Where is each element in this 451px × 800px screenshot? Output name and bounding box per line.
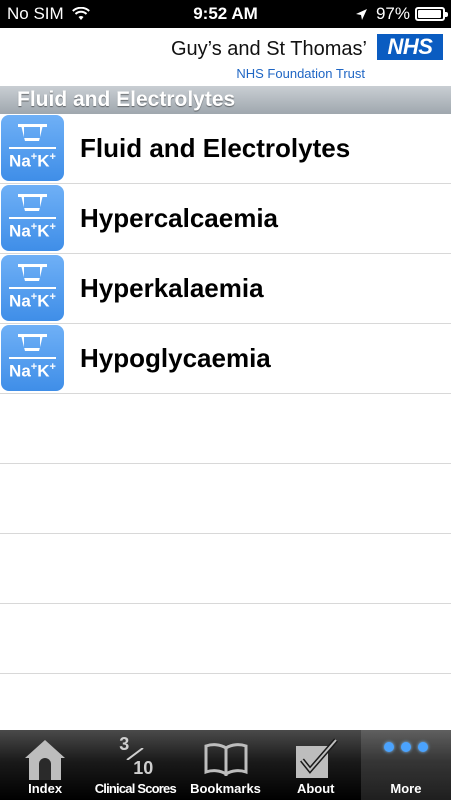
- tab-label: Bookmarks: [190, 781, 261, 796]
- dot: [383, 742, 394, 752]
- tab-about[interactable]: About: [271, 730, 361, 800]
- cup-icon: [21, 125, 43, 141]
- empty-row: [0, 464, 451, 534]
- icon-divider: [9, 147, 56, 149]
- electrolytes-icon: Na+K+: [1, 255, 64, 321]
- cup-icon: [21, 195, 43, 211]
- ions-text: Na+K+: [9, 151, 56, 171]
- electrolytes-icon: Na+K+: [1, 115, 64, 181]
- more-dots-icon: [383, 742, 428, 752]
- topic-list: Na+K+ Fluid and Electrolytes Na+K+ Hyper…: [0, 114, 451, 744]
- list-item[interactable]: Na+K+ Hypercalcaemia: [0, 184, 451, 254]
- empty-row: [0, 534, 451, 604]
- dot: [400, 742, 411, 752]
- status-bar: No SIM 9:52 AM 97%: [0, 0, 451, 28]
- tab-bar: Index 3 10 Clinical Scores Bookmarks Abo…: [0, 730, 451, 800]
- tab-clinical-scores[interactable]: 3 10 Clinical Scores: [90, 730, 180, 800]
- list-item-label: Hypoglycaemia: [80, 343, 271, 373]
- list-item[interactable]: Na+K+ Fluid and Electrolytes: [0, 114, 451, 184]
- fraction-slash-icon: [126, 748, 144, 760]
- tab-bookmarks[interactable]: Bookmarks: [180, 730, 270, 800]
- empty-row: [0, 394, 451, 464]
- app-header: Guy’s and St Thomas’ NHS Foundation Trus…: [0, 28, 451, 86]
- book-icon: [204, 743, 247, 776]
- tab-label: Clinical Scores: [94, 781, 177, 796]
- home-icon: [25, 740, 66, 780]
- icon-divider: [9, 357, 56, 359]
- fraction-denominator: 10: [133, 758, 154, 778]
- section-header: Fluid and Electrolytes: [0, 86, 451, 114]
- ions-text: Na+K+: [9, 361, 56, 381]
- electrolytes-icon: Na+K+: [1, 185, 64, 251]
- org-subtitle: NHS Foundation Trust: [236, 66, 365, 81]
- list-item[interactable]: Na+K+ Hypoglycaemia: [0, 324, 451, 394]
- battery-icon: [415, 7, 448, 21]
- icon-divider: [9, 217, 56, 219]
- checkbox-icon: [295, 738, 338, 778]
- tab-index[interactable]: Index: [0, 730, 90, 800]
- electrolytes-icon: Na+K+: [1, 325, 64, 391]
- status-right: 97%: [355, 4, 448, 24]
- icon-divider: [9, 287, 56, 289]
- ions-text: Na+K+: [9, 221, 56, 241]
- list-item[interactable]: Na+K+ Hyperkalaemia: [0, 254, 451, 324]
- list-item-label: Hypercalcaemia: [80, 203, 279, 233]
- tab-label: More: [390, 781, 422, 796]
- tab-more[interactable]: More: [360, 730, 451, 800]
- cup-icon: [21, 335, 43, 351]
- list-item-label: Fluid and Electrolytes: [80, 133, 351, 163]
- ions-text: Na+K+: [9, 291, 56, 311]
- battery-percent: 97%: [375, 4, 410, 23]
- tab-label: Index: [28, 781, 63, 796]
- location-arrow-icon: [355, 8, 367, 20]
- nhs-logo: NHS: [377, 34, 443, 60]
- battery-fill: [418, 10, 442, 18]
- empty-row: [0, 604, 451, 674]
- org-name: Guy’s and St Thomas’: [170, 38, 367, 60]
- cup-icon: [21, 265, 43, 281]
- list-item-label: Hyperkalaemia: [80, 273, 264, 303]
- fraction-icon: 3 10: [117, 735, 154, 778]
- dot: [417, 742, 428, 752]
- tab-label: About: [296, 781, 335, 796]
